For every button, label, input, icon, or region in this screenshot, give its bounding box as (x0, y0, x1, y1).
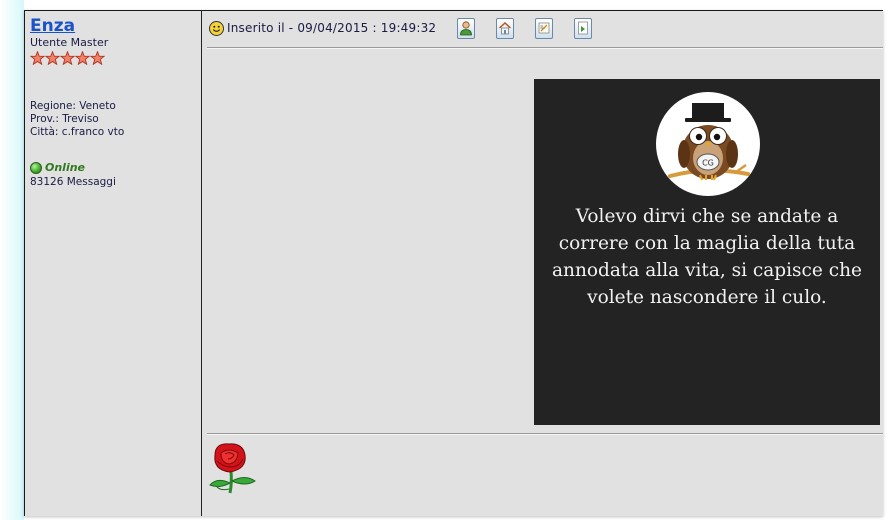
home-icon[interactable] (496, 17, 515, 39)
star-icon (60, 51, 75, 65)
post-image: CG Volevo dirvi che se andate a correre … (534, 79, 880, 425)
author-location: Regione: Veneto Prov.: Treviso Città: c.… (30, 100, 201, 139)
smiley-icon (209, 20, 224, 36)
author-name-link[interactable]: Enza (30, 16, 75, 36)
author-sidebar: Enza Utente Master Regione: Veneto Prov.… (25, 11, 202, 516)
star-icon (90, 51, 105, 65)
header-divider (207, 47, 883, 49)
author-region: Regione: Veneto (30, 100, 116, 112)
page-edge (0, 0, 24, 520)
profile-icon[interactable] (457, 17, 476, 39)
author-province: Prov.: Treviso (30, 113, 99, 125)
author-rank: Utente Master (30, 36, 109, 49)
svg-text:CG: CG (702, 159, 714, 168)
post-toolbar (457, 17, 593, 39)
bookmark-icon[interactable] (574, 17, 593, 39)
quote-icon[interactable] (535, 17, 554, 39)
star-icon (45, 51, 60, 65)
star-icon (30, 51, 45, 65)
owl-logo: CG (656, 92, 760, 196)
message-count: 83126 Messaggi (30, 176, 116, 188)
forum-post: Enza Utente Master Regione: Veneto Prov.… (24, 10, 883, 516)
star-icon (75, 51, 90, 65)
online-status-label: Online (45, 161, 86, 174)
post-header: Inserito il - 09/04/2015 : 19:49:32 (209, 15, 883, 41)
image-quote: Volevo dirvi che se andate a correre con… (552, 206, 862, 308)
post-date: Inserito il - 09/04/2015 : 19:49:32 (227, 21, 437, 35)
online-dot-icon (30, 161, 42, 174)
rank-stars (30, 51, 201, 65)
post-body: Inserito il - 09/04/2015 : 19:49:32 CG V… (203, 11, 883, 516)
online-status: Online (30, 161, 201, 174)
author-city: Città: c.franco vto (30, 126, 125, 138)
rose-icon (207, 441, 259, 495)
signature-divider (207, 433, 883, 435)
